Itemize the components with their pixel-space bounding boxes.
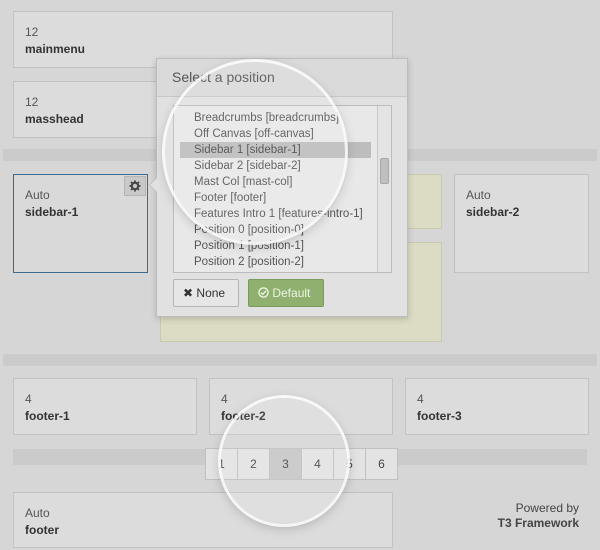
scrollbar-thumb[interactable] — [380, 158, 389, 184]
block-name: footer-1 — [25, 409, 70, 423]
default-button-label: Default — [272, 286, 311, 300]
powered-by-brand: T3 Framework — [497, 516, 579, 530]
block-width: 4 — [417, 392, 424, 406]
page-label: 4 — [314, 457, 321, 471]
position-option[interactable]: Position 0 [position-0] — [194, 222, 304, 238]
position-listbox[interactable]: Breadcrumbs [breadcrumbs] Off Canvas [off… — [173, 105, 392, 273]
block-footer-1[interactable]: 4 footer-1 — [13, 378, 197, 435]
block-width: Auto — [25, 506, 50, 520]
page-6[interactable]: 6 — [365, 448, 398, 480]
powered-by-label: Powered by — [515, 501, 579, 515]
block-name: footer-3 — [417, 409, 462, 423]
position-option[interactable]: Mast Col [mast-col] — [194, 174, 292, 190]
block-footer-3[interactable]: 4 footer-3 — [405, 378, 589, 435]
page-label: 6 — [378, 457, 385, 471]
popup-arrow — [149, 177, 157, 193]
section-divider — [3, 354, 597, 366]
block-footer-2[interactable]: 4 footer-2 — [209, 378, 393, 435]
position-option[interactable]: Breadcrumbs [breadcrumbs] — [194, 110, 339, 126]
times-icon: ✖ — [183, 286, 194, 300]
position-option-selected[interactable]: Sidebar 1 [sidebar-1] — [180, 142, 371, 158]
block-width: 4 — [25, 392, 32, 406]
position-option[interactable]: Features Intro 1 [features-intro-1] — [194, 206, 363, 222]
block-name: sidebar-2 — [466, 205, 520, 219]
none-button-label: None — [196, 286, 226, 300]
block-name: footer-2 — [221, 409, 266, 423]
block-width: 12 — [25, 25, 39, 39]
block-name: sidebar-1 — [25, 205, 79, 219]
block-width: Auto — [25, 188, 50, 202]
page-2[interactable]: 2 — [237, 448, 270, 480]
position-option[interactable]: Sidebar 2 [sidebar-2] — [194, 158, 301, 174]
position-option[interactable]: Position 1 [position-1] — [194, 238, 304, 254]
none-button[interactable]: ✖ None — [173, 279, 239, 307]
position-option[interactable]: Off Canvas [off-canvas] — [194, 126, 314, 142]
gear-icon[interactable] — [124, 176, 146, 196]
position-option[interactable]: Position 2 [position-2] — [194, 254, 304, 270]
page-label: 5 — [346, 457, 353, 471]
popup-title: Select a position — [157, 59, 407, 97]
block-sidebar-2[interactable]: Auto sidebar-2 — [454, 174, 589, 273]
block-width: Auto — [466, 188, 491, 202]
page-1[interactable]: 1 — [205, 448, 238, 480]
page-label: 1 — [218, 457, 225, 471]
powered-by: Powered by T3 Framework — [498, 501, 579, 531]
check-circle-icon — [258, 286, 272, 300]
position-option[interactable]: Footer [footer] — [194, 190, 266, 206]
default-button[interactable]: Default — [248, 279, 324, 307]
block-footer[interactable]: Auto footer — [13, 492, 393, 548]
page-4[interactable]: 4 — [301, 448, 334, 480]
page-5[interactable]: 5 — [333, 448, 366, 480]
block-name: mainmenu — [25, 42, 86, 56]
page-3[interactable]: 3 — [269, 448, 302, 480]
block-name: footer — [25, 523, 59, 537]
block-width: 4 — [221, 392, 228, 406]
page-label: 3 — [282, 457, 289, 471]
position-popup: Select a position Breadcrumbs [breadcrum… — [149, 58, 408, 317]
listbox-scrollbar[interactable] — [377, 106, 391, 272]
page-label: 2 — [250, 457, 257, 471]
